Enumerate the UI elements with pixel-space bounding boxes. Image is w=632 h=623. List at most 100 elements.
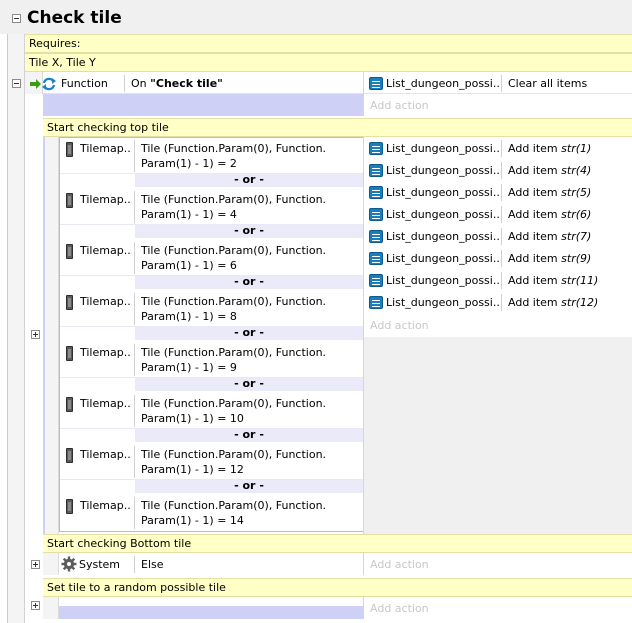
action-text[interactable]: Add item str(7) (508, 230, 591, 243)
event4-divider (363, 597, 364, 619)
action-object[interactable]: List_dungeon_possi... (386, 296, 500, 309)
action-text[interactable]: Add item str(6) (508, 208, 591, 221)
action-row[interactable]: List_dungeon_possi... Add item str(11) (364, 270, 632, 292)
action-arg: str(1) (561, 142, 592, 155)
condition-text[interactable]: Tile (Function.Param(0), Function. Param… (141, 345, 326, 375)
condition-object[interactable]: Tilemap... (80, 193, 132, 206)
action-text[interactable]: Add item str(5) (508, 186, 591, 199)
event1-action-text[interactable]: Clear all items (508, 77, 587, 90)
tilemap-icon (66, 295, 73, 310)
comment-top-tile[interactable]: Start checking top tile (43, 118, 632, 137)
condition-object[interactable]: Tilemap... (80, 397, 132, 410)
action-text[interactable]: Add item str(9) (508, 252, 591, 265)
action-text[interactable]: Add item str(1) (508, 142, 591, 155)
condition-text[interactable]: Tile (Function.Param(0), Function. Param… (141, 396, 326, 426)
condition-line1: Tile (Function.Param(0), Function. (141, 295, 327, 308)
list-icon (369, 274, 383, 287)
condition-text[interactable]: Tile (Function.Param(0), Function. Param… (141, 141, 326, 171)
event3-object[interactable]: System (79, 558, 120, 571)
action-object[interactable]: List_dungeon_possi... (386, 164, 500, 177)
condition-row[interactable]: Tilemap... Tile (Function.Param(0), Func… (60, 393, 363, 429)
event1-action-object[interactable]: List_dungeon_possi... (386, 77, 500, 90)
comment-random-tile[interactable]: Set tile to a random possible tile (43, 578, 632, 597)
event1-object[interactable]: Function (61, 77, 108, 90)
expand-icon[interactable] (31, 601, 40, 610)
tilemap-icon (66, 142, 73, 157)
action-row[interactable]: List_dungeon_possi... Add item str(12) (364, 292, 632, 314)
condition-row[interactable]: Tilemap... Tile (Function.Param(0), Func… (60, 189, 363, 225)
action-text[interactable]: Add item str(4) (508, 164, 591, 177)
condition-object[interactable]: Tilemap... (80, 346, 132, 359)
condition-text[interactable]: Tile (Function.Param(0), Function. Param… (141, 294, 326, 324)
add-action-link[interactable]: Add action (370, 99, 429, 112)
event3-row[interactable] (43, 553, 632, 575)
or-separator: - or - (135, 378, 363, 391)
condition-object[interactable]: Tilemap... (80, 142, 132, 155)
action-row[interactable]: List_dungeon_possi... Add item str(5) (364, 182, 632, 204)
tilemap-icon (66, 499, 73, 514)
condition-row[interactable]: Tilemap... Tile (Function.Param(0), Func… (60, 342, 363, 378)
action-arg: str(6) (561, 208, 592, 221)
add-action-link[interactable]: Add action (370, 319, 429, 332)
list-icon (369, 142, 383, 155)
action-object[interactable]: List_dungeon_possi... (386, 186, 500, 199)
condition-text[interactable]: Tile (Function.Param(0), Function. Param… (141, 243, 326, 273)
action-text[interactable]: Add item str(12) (508, 296, 598, 309)
action-row[interactable]: List_dungeon_possi... Add item str(6) (364, 204, 632, 226)
action-object[interactable]: List_dungeon_possi... (386, 230, 500, 243)
condition-row[interactable]: Tilemap... Tile (Function.Param(0), Func… (60, 444, 363, 480)
condition-text[interactable]: Tile (Function.Param(0), Function. Param… (141, 447, 326, 477)
condition-row[interactable]: Tilemap... Tile (Function.Param(0), Func… (60, 291, 363, 327)
action-object[interactable]: List_dungeon_possi... (386, 274, 500, 287)
or-separator: - or - (135, 174, 363, 187)
collapse-icon[interactable] (12, 79, 21, 88)
condition-object[interactable]: Tilemap... (80, 448, 132, 461)
action-text[interactable]: Add item str(11) (508, 274, 598, 287)
comment-bottom-tile[interactable]: Start checking Bottom tile (43, 534, 632, 553)
event1-condition[interactable]: On "Check tile" (131, 77, 223, 90)
group-left-border (24, 34, 25, 623)
condition-row[interactable]: Tilemap... Tile (Function.Param(0), Func… (60, 240, 363, 276)
condition-line1: Tile (Function.Param(0), Function. (141, 193, 327, 206)
expand-icon[interactable] (31, 560, 40, 569)
condition-object[interactable]: Tilemap... (80, 499, 132, 512)
add-action-link[interactable]: Add action (370, 558, 429, 571)
action-separator (501, 272, 502, 289)
action-arg: str(12) (561, 296, 599, 309)
condition-line2: Param(1) - 1) = 8 (141, 310, 237, 323)
condition-object[interactable]: Tilemap... (80, 295, 132, 308)
condition-text[interactable]: Tile (Function.Param(0), Function. Param… (141, 192, 326, 222)
action-object[interactable]: List_dungeon_possi... (386, 252, 500, 265)
condition-separator (134, 395, 135, 427)
condition-separator (134, 446, 135, 478)
condition-text[interactable]: Tile (Function.Param(0), Function. Param… (141, 498, 326, 528)
condition-row[interactable]: Tilemap... Tile (Function.Param(0), Func… (60, 495, 363, 531)
condition-line1: Tile (Function.Param(0), Function. (141, 499, 327, 512)
action-separator (501, 250, 502, 267)
condition-row[interactable]: Tilemap... Tile (Function.Param(0), Func… (60, 138, 363, 174)
action-separator (501, 162, 502, 179)
collapse-icon[interactable] (12, 14, 21, 23)
action-object[interactable]: List_dungeon_possi... (386, 208, 500, 221)
condition-separator (134, 140, 135, 172)
event1-divider (363, 72, 364, 116)
condition-object[interactable]: Tilemap... (80, 244, 132, 257)
action-separator (501, 75, 502, 92)
action-object[interactable]: List_dungeon_possi... (386, 142, 500, 155)
tilemap-icon (66, 193, 73, 208)
action-arg: str(11) (561, 274, 599, 287)
or-separator: - or - (135, 327, 363, 340)
action-row[interactable]: List_dungeon_possi... Add item str(9) (364, 248, 632, 270)
group-title: Check tile (27, 8, 122, 28)
condition-line1: Tile (Function.Param(0), Function. (141, 448, 327, 461)
add-action-link[interactable]: Add action (370, 602, 429, 615)
event1-cond-sep (124, 75, 125, 92)
expand-icon[interactable] (31, 330, 40, 339)
condition-separator (134, 242, 135, 274)
event3-condition[interactable]: Else (141, 558, 164, 571)
action-row[interactable]: List_dungeon_possi... Add item str(7) (364, 226, 632, 248)
action-row[interactable]: List_dungeon_possi... Add item str(1) (364, 138, 632, 160)
event3-divider (363, 553, 364, 575)
event4-margin (43, 597, 59, 619)
action-row[interactable]: List_dungeon_possi... Add item str(4) (364, 160, 632, 182)
